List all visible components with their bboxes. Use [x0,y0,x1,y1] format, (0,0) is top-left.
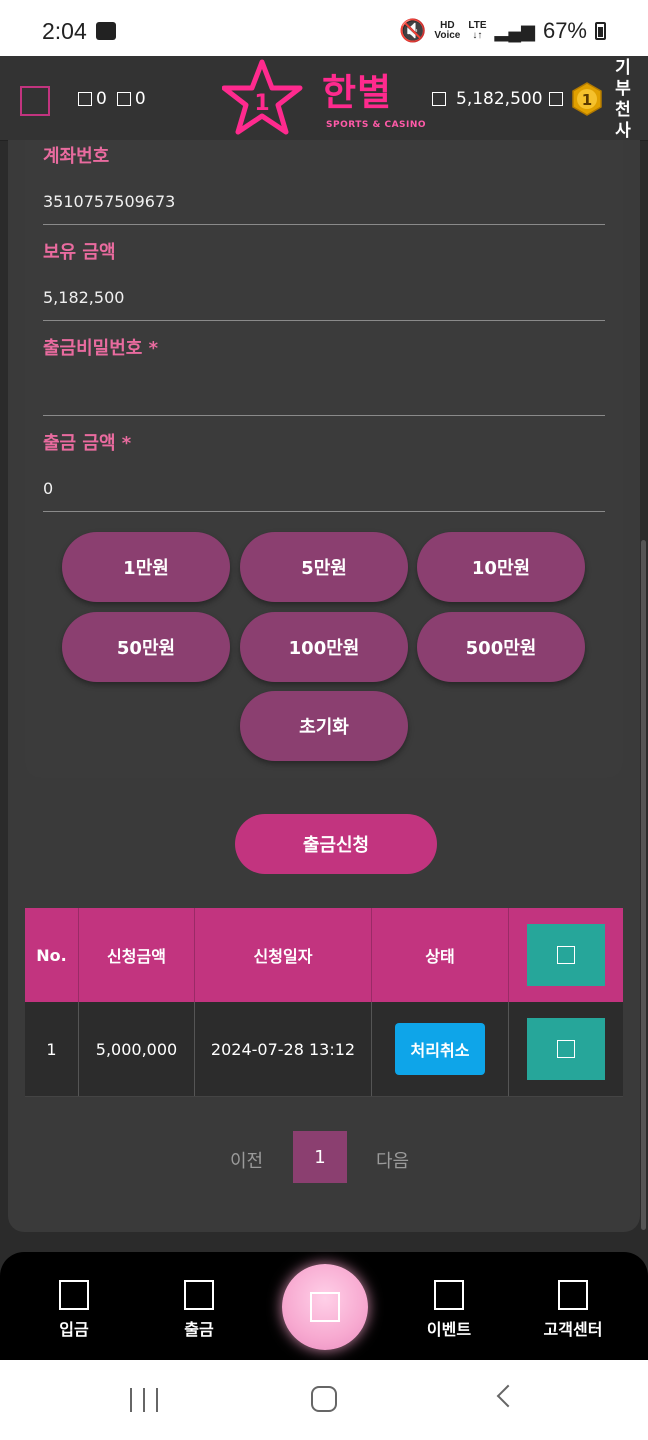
square-icon [78,92,92,106]
level-badge-icon: 1 [572,82,602,116]
table-row: 1 5,000,000 2024-07-28 13:12 처리취소 [25,1002,623,1097]
row-date: 2024-07-28 13:12 [195,1002,372,1096]
row-no: 1 [25,1002,79,1096]
amount-1m-button[interactable]: 100만원 [240,612,408,682]
row-action [509,1002,623,1096]
withdraw-amount-input[interactable]: 0 [43,479,605,498]
withdraw-password-label: 출금비밀번호 * [43,338,159,359]
amount-10k-button[interactable]: 1만원 [62,532,230,602]
count-a[interactable]: 0 [78,89,107,109]
svg-text:1: 1 [582,91,592,109]
nav-withdraw[interactable]: 출금 [149,1280,249,1340]
home-center-button[interactable] [282,1264,368,1350]
back-icon[interactable] [496,1384,520,1408]
app-header: 0 0 1 한별 SPORTS & CASINO 5,182,500 1 기 부… [0,56,648,141]
wallet-icon [432,92,446,106]
status-cancelled-badge[interactable]: 처리취소 [394,1023,486,1075]
brand-subtitle: SPORTS & CASINO [326,120,427,130]
battery-percent: 67% [542,18,587,43]
header-amount: 신청금액 [79,908,195,1002]
header-action [509,908,623,1002]
header-balance: 5,182,500 [432,89,567,109]
nav-customer-center[interactable]: 고객센터 [523,1280,623,1340]
page-1-button[interactable]: 1 [293,1131,347,1183]
hd-voice-icon: HD Voice [434,20,461,41]
withdraw-amount-field[interactable]: 출금 금액 * 0 [43,429,605,512]
header-no: No. [25,908,79,1002]
recent-apps-icon[interactable] [130,1388,158,1412]
withdraw-password-field[interactable]: 출금비밀번호 * [43,334,605,416]
reset-button[interactable]: 초기화 [240,691,408,761]
customer-center-icon [558,1280,588,1310]
square-icon [557,946,575,964]
balance-value: 5,182,500 [456,89,543,109]
lte-icon: LTE ↓↑ [468,20,487,41]
square-icon [557,1040,575,1058]
amount-5m-button[interactable]: 500만원 [417,612,585,682]
withdraw-history-table: No. 신청금액 신청일자 상태 1 5,000,000 2024-07-28 … [25,908,623,1097]
row-status: 처리취소 [372,1002,509,1096]
brand-name: 한별 [322,71,393,114]
deposit-icon [59,1280,89,1310]
header-status: 상태 [372,908,509,1002]
account-number-value: 3510757509673 [43,192,176,211]
table-header: No. 신청금액 신청일자 상태 [25,908,623,1002]
row-amount: 5,000,000 [79,1002,195,1096]
holding-amount-value: 5,182,500 [43,288,125,307]
header-counts: 0 0 [78,89,146,109]
status-time: 2:04 [42,18,87,44]
amount-100k-button[interactable]: 10만원 [417,532,585,602]
account-number-label: 계좌번호 [43,146,110,167]
account-number-field: 계좌번호 3510757509673 [43,142,605,225]
mute-icon: 🔇 [399,18,427,43]
gallery-icon [96,22,116,40]
count-b[interactable]: 0 [116,89,146,109]
nav-event[interactable]: 이벤트 [399,1280,499,1340]
withdraw-amount-label: 출금 금액 * [43,433,132,454]
signal-icon: ▂▄▆ [494,20,535,41]
system-nav-bar [0,1360,648,1440]
status-bar: 2:04 🔇 HD Voice LTE ↓↑ ▂▄▆ 67% [0,0,648,56]
refresh-icon[interactable] [548,92,563,106]
battery-icon [595,22,606,40]
prev-page-link[interactable]: 이전 [230,1147,263,1173]
amount-500k-button[interactable]: 50만원 [62,612,230,682]
holding-amount-field: 보유 금액 5,182,500 [43,238,605,321]
holding-amount-label: 보유 금액 [43,242,116,263]
delete-row-button[interactable] [527,1018,605,1080]
withdraw-submit-button[interactable]: 출금신청 [235,814,437,874]
header-date: 신청일자 [195,908,372,1002]
system-home-icon[interactable] [311,1386,337,1412]
delete-all-button[interactable] [527,924,605,986]
nav-deposit[interactable]: 입금 [24,1280,124,1340]
withdraw-icon [184,1280,214,1310]
pagination: 이전 1 다음 [0,1131,648,1183]
donation-menu[interactable]: 기 부 천 사 [611,58,635,142]
status-icons: 🔇 HD Voice LTE ↓↑ ▂▄▆ 67% [399,18,606,44]
scrollbar[interactable] [641,540,646,1230]
event-icon [434,1280,464,1310]
home-icon [310,1292,340,1322]
amount-50k-button[interactable]: 5만원 [240,532,408,602]
square-icon [116,92,131,106]
next-page-link[interactable]: 다음 [376,1147,409,1173]
menu-icon[interactable] [20,86,50,116]
logo-badge-number: 1 [254,91,269,116]
